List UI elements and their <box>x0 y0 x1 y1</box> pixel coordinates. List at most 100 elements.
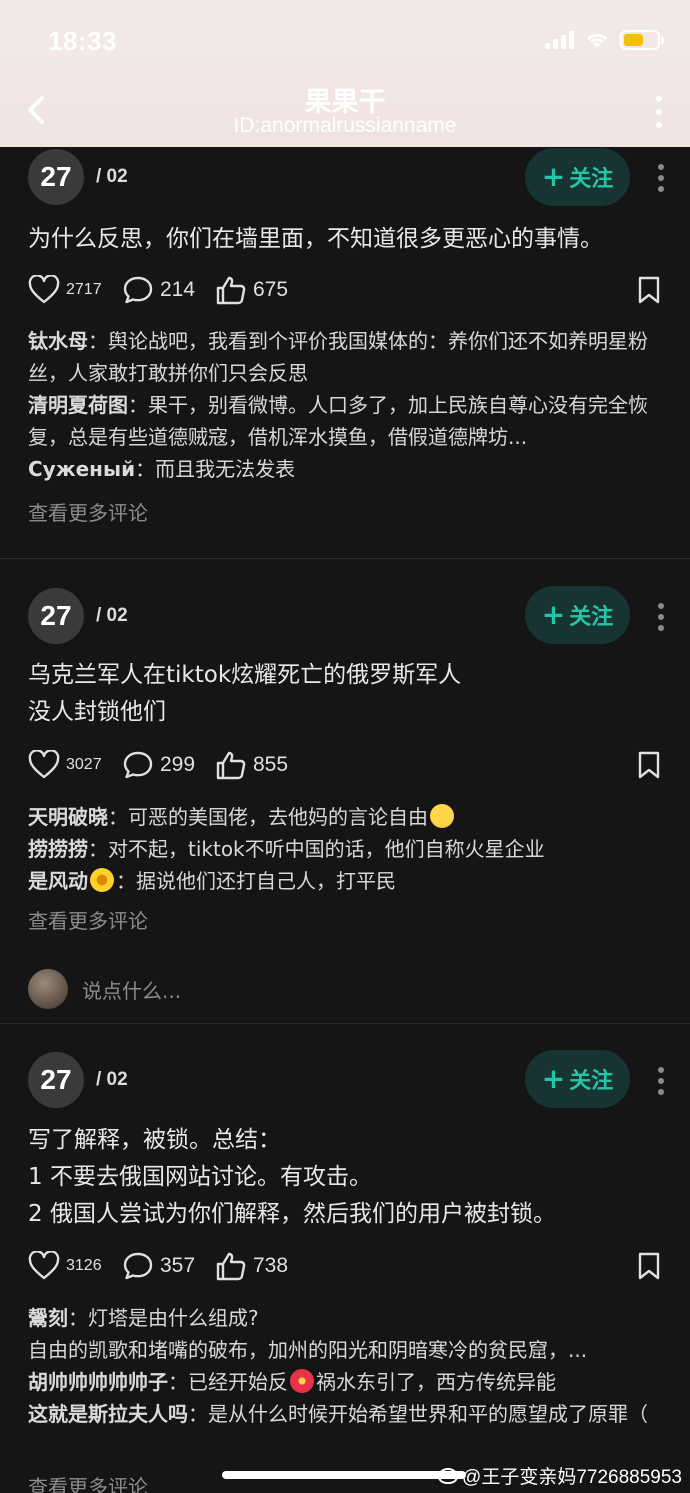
like-action[interactable]: 3027 <box>28 750 102 780</box>
comment-action[interactable]: 357 <box>122 1251 195 1281</box>
comment-text: 祸水东引了，西方传统异能 <box>316 1370 556 1394</box>
post-card: 27 / 02 + 关注 乌克兰军人在tiktok炫耀死亡的俄罗斯军人 没人封锁… <box>0 559 690 1024</box>
post-actions: 3126 357 738 <box>28 1251 662 1285</box>
bookmark-icon[interactable] <box>636 1251 662 1281</box>
comment-list: 天明破晓：可恶的美国佬，去他妈的言论自由 捞捞捞：对不起，tiktok不听中国的… <box>28 801 650 897</box>
comment-action[interactable]: 214 <box>122 275 195 305</box>
post-feed: 27 / 02 + 关注 为什么反思，你们在墙里面，不知道很多更恶心的事情。 2… <box>0 147 690 1493</box>
follow-button[interactable]: + 关注 <box>525 148 630 206</box>
comment-item[interactable]: 是风动 ：据说他们还打自己人，打平民 <box>28 865 650 897</box>
comment-separator: ： <box>168 1370 188 1394</box>
comment-item[interactable]: 胡帅帅帅帅帅子：已经开始反 祸水东引了，西方传统异能 <box>28 1366 650 1398</box>
comment-list: 鬶刻：灯塔是由什么组成? 自由的凯歌和堵嘴的破布，加州的阳光和阴暗寒冷的贫民窟，… <box>28 1302 650 1430</box>
home-indicator[interactable] <box>222 1471 466 1479</box>
comment-item[interactable]: Суженый：而且我无法发表 <box>28 453 650 485</box>
comment-author[interactable]: 是风动 <box>28 869 88 893</box>
comment-item[interactable]: 清明夏荷图：果干，别看微博。人口多了，加上民族自尊心没有完全恢复，总是有些道德贼… <box>28 389 650 453</box>
post-text-line: 乌克兰军人在tiktok炫耀死亡的俄罗斯军人 <box>28 662 462 688</box>
thumbs-up-action[interactable]: 675 <box>215 275 288 305</box>
post-text-line: 2 俄国人尝试为你们解释，然后我们的用户被封锁。 <box>28 1201 556 1227</box>
comment-item[interactable]: 鬶刻：灯塔是由什么组成? <box>28 1302 650 1334</box>
post-text: 为什么反思，你们在墙里面，不知道很多更恶心的事情。 <box>28 226 603 252</box>
comment-author[interactable]: Суженый <box>28 457 135 481</box>
comment-text: 对不起，tiktok不听中国的话，他们自称火星企业 <box>108 837 545 861</box>
post-more-icon[interactable] <box>656 164 666 192</box>
comment-author[interactable]: 胡帅帅帅帅帅子 <box>28 1370 168 1394</box>
plus-icon: + <box>541 1062 566 1095</box>
like-count: 2717 <box>66 281 102 298</box>
comment-text: 已经开始反 <box>188 1370 288 1394</box>
more-options-icon[interactable] <box>654 96 664 128</box>
comment-author[interactable]: 钛水母 <box>28 329 88 353</box>
comment-separator: ： <box>128 393 148 417</box>
comment-author[interactable]: 天明破晓 <box>28 805 108 829</box>
comment-item[interactable]: 捞捞捞：对不起，tiktok不听中国的话，他们自称火星企业 <box>28 833 650 865</box>
thumbs-up-count: 738 <box>253 1254 289 1277</box>
thumbs-up-count: 675 <box>253 278 289 301</box>
thumbs-up-count: 855 <box>253 753 289 776</box>
date-month: / 02 <box>96 1069 128 1090</box>
comment-text: 而且我无法发表 <box>155 457 296 481</box>
cellular-signal-icon <box>545 31 574 49</box>
post-more-icon[interactable] <box>656 603 666 631</box>
view-more-comments-link[interactable]: 查看更多评论 <box>28 1471 148 1493</box>
bookmark-icon[interactable] <box>636 750 662 780</box>
post-text: 写了解释，被锁。总结： 1 不要去俄国网站讨论。有攻击。 2 俄国人尝试为你们解… <box>28 1122 662 1233</box>
date-month: / 02 <box>96 166 128 187</box>
comment-item[interactable]: 钛水母：舆论战吧，我看到个评价我国媒体的：养你们还不如养明星粉丝，人家敢打敢拼你… <box>28 325 650 389</box>
comment-bubble-icon <box>123 1252 153 1280</box>
comment-text: 可恶的美国佬，去他妈的言论自由 <box>128 805 428 829</box>
comment-text: 自由的凯歌和堵嘴的破布，加州的阳光和阴暗寒冷的贫民窟，... <box>28 1338 588 1362</box>
post-card: 27 / 02 + 关注 写了解释，被锁。总结： 1 不要去俄国网站讨论。有攻击… <box>0 1024 690 1493</box>
comment-item[interactable]: 自由的凯歌和堵嘴的破布，加州的阳光和阴暗寒冷的贫民窟，... <box>28 1334 650 1366</box>
avatar <box>28 969 68 1009</box>
follow-button[interactable]: + 关注 <box>525 586 630 644</box>
like-count: 3027 <box>66 756 102 773</box>
heart-icon <box>28 1251 60 1280</box>
like-action[interactable]: 2717 <box>28 275 102 305</box>
reply-input-row[interactable]: 说点什么... <box>28 969 181 1009</box>
date-day-badge: 27 <box>28 149 84 205</box>
reply-input-placeholder[interactable]: 说点什么... <box>82 975 181 1004</box>
comment-separator: ： <box>88 329 108 353</box>
plus-icon: + <box>541 598 566 631</box>
follow-button[interactable]: + 关注 <box>525 1050 630 1108</box>
comment-separator: ： <box>88 837 108 861</box>
comment-author[interactable]: 鬶刻 <box>28 1306 68 1330</box>
comment-author[interactable]: 这就是斯拉夫人吗 <box>28 1402 188 1426</box>
watermark: @王子变亲妈7726885953 <box>438 1462 682 1489</box>
profile-id: ID:anormalrussianname <box>233 114 457 137</box>
sunflower-emoji-icon <box>90 868 114 892</box>
comment-item[interactable]: 天明破晓：可恶的美国佬，去他妈的言论自由 <box>28 801 650 833</box>
view-more-comments-link[interactable]: 查看更多评论 <box>28 497 148 526</box>
comment-item[interactable]: 这就是斯拉夫人吗：是从什么时候开始希望世界和平的愿望成了原罪（ <box>28 1398 650 1430</box>
comment-bubble-icon <box>123 276 153 304</box>
watermark-text: @王子变亲妈7726885953 <box>462 1467 682 1488</box>
thumbs-up-action[interactable]: 855 <box>215 750 288 780</box>
weibo-logo-icon <box>438 1467 459 1484</box>
like-action[interactable]: 3126 <box>28 1251 102 1281</box>
comment-separator: ： <box>188 1402 208 1426</box>
thumbs-up-action[interactable]: 738 <box>215 1251 288 1281</box>
post-text-line: 1 不要去俄国网站讨论。有攻击。 <box>28 1164 372 1190</box>
post-more-icon[interactable] <box>656 1067 666 1095</box>
view-more-comments-link[interactable]: 查看更多评论 <box>28 905 148 934</box>
date-day-badge: 27 <box>28 588 84 644</box>
comment-action[interactable]: 299 <box>122 750 195 780</box>
heart-icon <box>28 750 60 779</box>
comment-separator: ： <box>135 457 156 481</box>
thumbs-up-icon <box>216 751 246 780</box>
status-time: 18:33 <box>48 26 117 56</box>
bookmark-icon[interactable] <box>636 275 662 305</box>
comment-text: 灯塔是由什么组成? <box>88 1306 259 1330</box>
post-actions: 3027 299 855 <box>28 750 662 784</box>
date-day-badge: 27 <box>28 1052 84 1108</box>
comment-count: 214 <box>160 278 196 301</box>
comment-author[interactable]: 清明夏荷图 <box>28 393 128 417</box>
post-actions: 2717 214 675 <box>28 275 662 309</box>
heart-icon <box>28 275 60 304</box>
post-text-line: 写了解释，被锁。总结： <box>28 1127 281 1153</box>
comment-separator: ： <box>108 805 128 829</box>
comment-author[interactable]: 捞捞捞 <box>28 837 88 861</box>
follow-label: 关注 <box>569 605 614 630</box>
